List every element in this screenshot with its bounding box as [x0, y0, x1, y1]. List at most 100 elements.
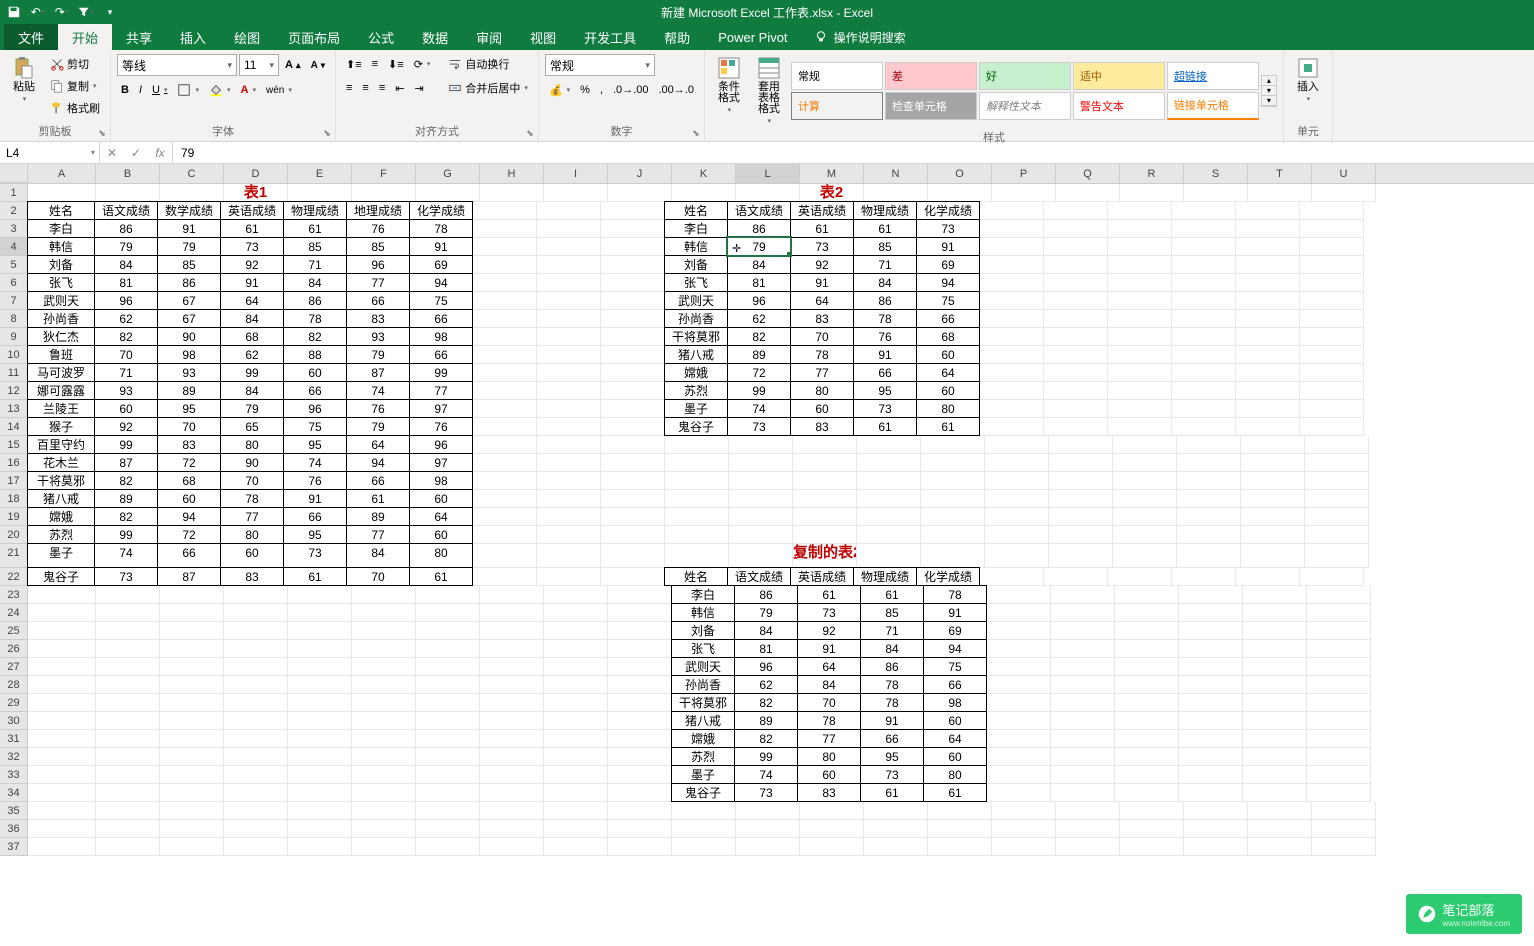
cell-Q32[interactable] — [1051, 748, 1115, 766]
cell-G31[interactable] — [416, 730, 480, 748]
cell-N24[interactable]: 85 — [860, 603, 924, 622]
cell-Q33[interactable] — [1051, 766, 1115, 784]
accounting-button[interactable]: 💰▾ — [545, 80, 574, 100]
col-header-S[interactable]: S — [1184, 164, 1248, 183]
cell-K2[interactable]: 姓名 — [664, 201, 728, 220]
cell-O11[interactable]: 64 — [916, 363, 980, 382]
cell-S22[interactable] — [1172, 568, 1236, 586]
cell-R33[interactable] — [1115, 766, 1179, 784]
cell-L11[interactable]: 72 — [727, 363, 791, 382]
col-header-O[interactable]: O — [928, 164, 992, 183]
cell-P29[interactable] — [987, 694, 1051, 712]
cell-R19[interactable] — [1113, 508, 1177, 526]
cell-M15[interactable] — [793, 436, 857, 454]
cell-Q34[interactable] — [1051, 784, 1115, 802]
cell-J1[interactable] — [608, 184, 672, 202]
cell-C31[interactable] — [160, 730, 224, 748]
cell-F37[interactable] — [352, 838, 416, 856]
cell-F20[interactable]: 77 — [346, 525, 410, 544]
cell-K30[interactable]: 猪八戒 — [671, 711, 735, 730]
col-header-R[interactable]: R — [1120, 164, 1184, 183]
increase-font-button[interactable]: A▴ — [281, 55, 305, 75]
tab-pivot[interactable]: Power Pivot — [704, 24, 801, 50]
cell-K13[interactable]: 墨子 — [664, 399, 728, 418]
cell-U27[interactable] — [1307, 658, 1371, 676]
cell-Q22[interactable] — [1044, 568, 1108, 586]
row-header-24[interactable]: 24 — [0, 604, 28, 622]
cell-T2[interactable] — [1236, 202, 1300, 220]
cell-O34[interactable]: 61 — [923, 783, 987, 802]
cell-Q25[interactable] — [1051, 622, 1115, 640]
cell-E28[interactable] — [288, 676, 352, 694]
cell-E35[interactable] — [288, 802, 352, 820]
cell-I7[interactable] — [537, 292, 601, 310]
cell-S28[interactable] — [1179, 676, 1243, 694]
cell-I19[interactable] — [537, 508, 601, 526]
cell-P9[interactable] — [980, 328, 1044, 346]
cell-M11[interactable]: 77 — [790, 363, 854, 382]
paste-button[interactable]: 粘贴 ▾ — [6, 54, 42, 121]
row-header-31[interactable]: 31 — [0, 730, 28, 748]
align-bottom-button[interactable]: ⬇≡ — [384, 54, 408, 74]
tab-draw[interactable]: 绘图 — [220, 24, 274, 50]
cell-K5[interactable]: 刘备 — [664, 255, 728, 274]
cell-A10[interactable]: 鲁班 — [27, 345, 95, 364]
cell-G4[interactable]: 91 — [409, 237, 473, 256]
cell-L9[interactable]: 82 — [727, 327, 791, 346]
cell-G35[interactable] — [416, 802, 480, 820]
style-normal[interactable]: 常规 — [791, 62, 883, 90]
col-header-T[interactable]: T — [1248, 164, 1312, 183]
cell-Q36[interactable] — [1056, 820, 1120, 838]
gallery-down-icon[interactable]: ▾ — [1262, 86, 1276, 96]
cell-A7[interactable]: 武则天 — [27, 291, 95, 310]
cell-B24[interactable] — [96, 604, 160, 622]
cell-O16[interactable] — [921, 454, 985, 472]
cell-Q9[interactable] — [1044, 328, 1108, 346]
cell-I4[interactable] — [537, 238, 601, 256]
cell-R36[interactable] — [1120, 820, 1184, 838]
cell-F23[interactable] — [352, 586, 416, 604]
cell-I13[interactable] — [537, 400, 601, 418]
cell-N26[interactable]: 84 — [860, 639, 924, 658]
cell-A2[interactable]: 姓名 — [27, 201, 95, 220]
cell-H25[interactable] — [480, 622, 544, 640]
cell-H2[interactable] — [473, 202, 537, 220]
cell-Q26[interactable] — [1051, 640, 1115, 658]
cell-E32[interactable] — [288, 748, 352, 766]
cell-O36[interactable] — [928, 820, 992, 838]
col-header-Q[interactable]: Q — [1056, 164, 1120, 183]
cell-G23[interactable] — [416, 586, 480, 604]
cell-Q21[interactable] — [1049, 544, 1113, 568]
cell-P20[interactable] — [985, 526, 1049, 544]
cell-E30[interactable] — [288, 712, 352, 730]
cell-M12[interactable]: 80 — [790, 381, 854, 400]
cell-H27[interactable] — [480, 658, 544, 676]
cell-L7[interactable]: 96 — [727, 291, 791, 310]
row-header-28[interactable]: 28 — [0, 676, 28, 694]
cell-G19[interactable]: 64 — [409, 507, 473, 526]
cell-G7[interactable]: 75 — [409, 291, 473, 310]
cell-G8[interactable]: 66 — [409, 309, 473, 328]
cell-I21[interactable] — [537, 544, 601, 568]
cell-M28[interactable]: 84 — [797, 675, 861, 694]
cell-J28[interactable] — [608, 676, 672, 694]
cell-S2[interactable] — [1172, 202, 1236, 220]
cell-N14[interactable]: 61 — [853, 417, 917, 436]
cell-C30[interactable] — [160, 712, 224, 730]
cell-S36[interactable] — [1184, 820, 1248, 838]
col-header-K[interactable]: K — [672, 164, 736, 183]
bold-button[interactable]: B — [117, 80, 133, 100]
cell-N16[interactable] — [857, 454, 921, 472]
cell-M31[interactable]: 77 — [797, 729, 861, 748]
cell-E25[interactable] — [288, 622, 352, 640]
cell-D22[interactable]: 83 — [220, 567, 284, 586]
cell-I28[interactable] — [544, 676, 608, 694]
cell-P23[interactable] — [987, 586, 1051, 604]
cell-T32[interactable] — [1243, 748, 1307, 766]
cell-K22[interactable]: 姓名 — [664, 567, 728, 586]
cell-S30[interactable] — [1179, 712, 1243, 730]
cell-H13[interactable] — [473, 400, 537, 418]
cell-F29[interactable] — [352, 694, 416, 712]
cell-L31[interactable]: 82 — [734, 729, 798, 748]
align-right-button[interactable]: ≡ — [375, 78, 389, 98]
